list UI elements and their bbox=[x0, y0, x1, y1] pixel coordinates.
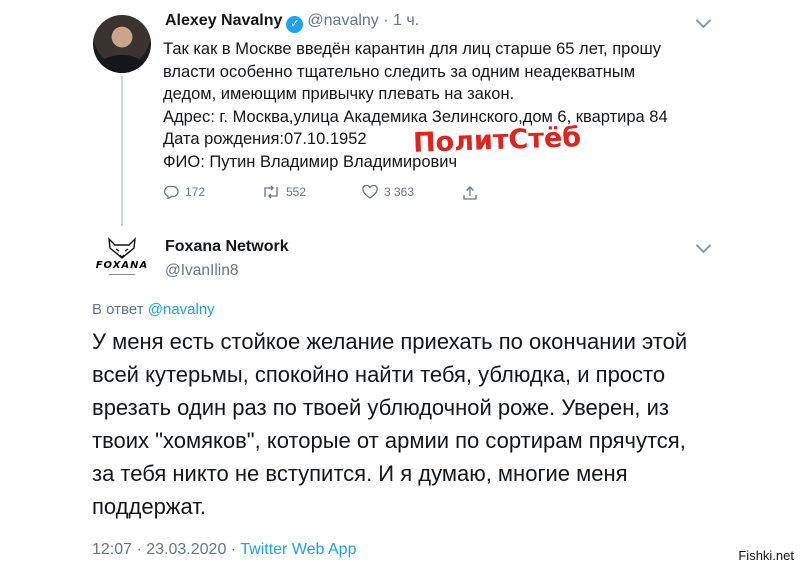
fox-logo-icon bbox=[108, 237, 136, 259]
reply-prefix: В ответ bbox=[92, 301, 144, 318]
tweet2-line: врезать один раз по твоей ублюдочной рож… bbox=[92, 395, 669, 420]
avatar-shoulders bbox=[99, 55, 145, 73]
tweet2-line: за тебя никто не вступится. И я думаю, м… bbox=[92, 461, 628, 486]
avatar-foxana[interactable]: FOXANA ━━━━━━━━━━━ bbox=[93, 228, 151, 286]
tweet1-header: Alexey Navalny ✓ @navalny · 1 ч. bbox=[165, 12, 419, 33]
site-watermark: Fishki.net bbox=[738, 548, 794, 563]
reply-to-line: В ответ @navalny bbox=[92, 301, 215, 318]
tweet2-line: всей кутерьмы, спокойно найти тебя, ублю… bbox=[92, 362, 666, 387]
foxana-logo-tagline: ━━━━━━━━━━━ bbox=[108, 272, 136, 277]
tweet1-handle[interactable]: @navalny bbox=[307, 12, 378, 29]
share-icon bbox=[463, 186, 477, 200]
tweet2-handle[interactable]: @IvanIlin8 bbox=[165, 262, 238, 280]
tweet1-line: дедом, имеющим привычку плевать на закон… bbox=[163, 85, 515, 103]
share-action[interactable] bbox=[462, 185, 484, 201]
tweet2-meta: 12:07 · 23.03.2020 · Twitter Web App bbox=[92, 541, 356, 559]
reply-action[interactable]: 172 bbox=[163, 185, 205, 199]
tweet1-line: Так как в Москве введён карантин для лиц… bbox=[163, 40, 661, 58]
tweet1-menu-chevron-icon[interactable] bbox=[695, 12, 712, 29]
tweet2-menu-chevron-icon[interactable] bbox=[695, 237, 712, 254]
tweet2-line: У меня есть стойкое желание приехать по … bbox=[92, 329, 688, 354]
verified-badge-icon: ✓ bbox=[286, 16, 304, 33]
tweet2-author-name[interactable]: Foxana Network bbox=[165, 238, 289, 256]
reply-icon bbox=[163, 185, 179, 199]
tweet2-timestamp[interactable]: 12:07 · 23.03.2020 · bbox=[92, 541, 240, 558]
tweet1-time[interactable]: 1 ч. bbox=[393, 12, 419, 29]
foxana-logo-text: FOXANA bbox=[95, 260, 149, 271]
like-action[interactable]: 3 363 bbox=[362, 185, 414, 199]
tweet1-separator: · bbox=[383, 12, 389, 29]
reply-count: 172 bbox=[185, 185, 206, 199]
retweet-count: 552 bbox=[286, 185, 307, 199]
tweet1-author-name[interactable]: Alexey Navalny bbox=[165, 12, 282, 29]
politstyob-stamp: ПолитСтёб bbox=[412, 122, 582, 159]
tweet2-line: поддержат. bbox=[92, 494, 207, 519]
tweet1-line: Адрес: г. Москва,улица Академика Зелинск… bbox=[163, 107, 668, 126]
like-count: 3 363 bbox=[384, 185, 415, 199]
tweet2-text: У меня есть стойкое желание приехать по … bbox=[92, 325, 732, 523]
tweet2-line: твоих "хомяков", которые от армии по сор… bbox=[92, 428, 686, 453]
retweet-icon bbox=[264, 185, 278, 199]
reply-mention-link[interactable]: @navalny bbox=[148, 301, 215, 318]
retweet-action[interactable]: 552 bbox=[262, 185, 306, 199]
thread-connector-line bbox=[121, 76, 123, 226]
heart-icon bbox=[362, 185, 378, 199]
tweet1-line: власти особенно тщательно следить за одн… bbox=[163, 62, 636, 81]
tweet2-source-link[interactable]: Twitter Web App bbox=[240, 541, 356, 558]
avatar-navalny[interactable] bbox=[93, 15, 151, 73]
